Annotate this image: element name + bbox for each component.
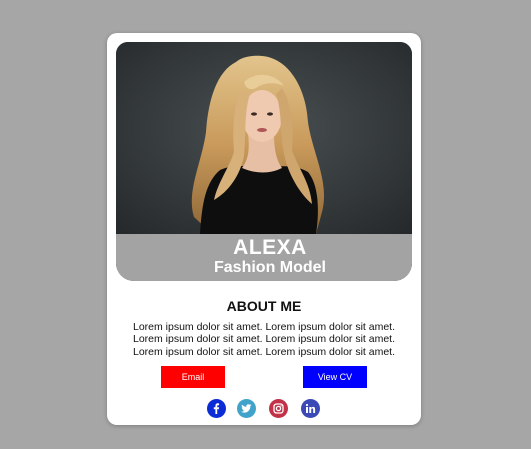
profile-card: ALEXA Fashion Model ABOUT ME Lorem ipsum…: [107, 33, 421, 425]
email-button[interactable]: Email: [161, 366, 225, 388]
instagram-icon[interactable]: [269, 399, 288, 418]
social-links: [107, 399, 421, 421]
twitter-icon[interactable]: [237, 399, 256, 418]
profile-photo: [116, 42, 412, 234]
name-band: ALEXA Fashion Model: [116, 234, 412, 281]
profile-name: ALEXA: [233, 236, 307, 259]
view-cv-button[interactable]: View CV: [303, 366, 367, 388]
about-text: Lorem ipsum dolor sit amet. Lorem ipsum …: [132, 321, 395, 358]
facebook-icon[interactable]: [207, 399, 226, 418]
linkedin-icon[interactable]: [301, 399, 320, 418]
profile-title: Fashion Model: [214, 259, 326, 276]
about-heading: ABOUT ME: [226, 298, 302, 314]
profile-hero: ALEXA Fashion Model: [116, 42, 412, 281]
